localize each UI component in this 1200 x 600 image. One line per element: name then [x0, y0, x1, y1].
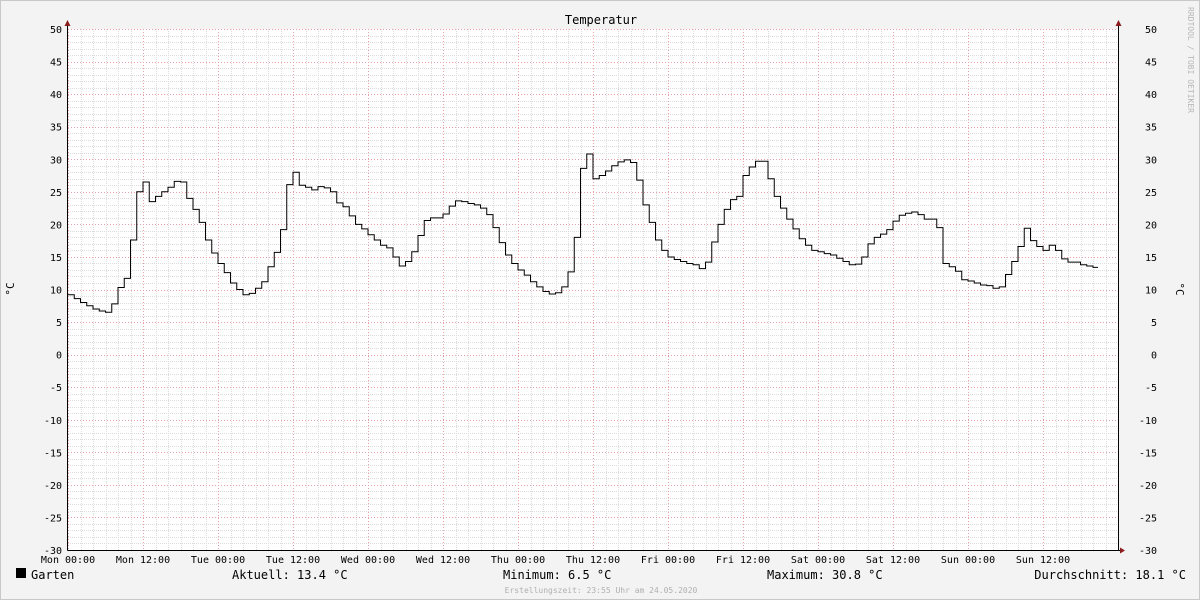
y-tick-label-right: -10: [1139, 416, 1157, 427]
x-tick-label: Thu 00:00: [491, 555, 545, 566]
x-tick-label: Sat 00:00: [791, 555, 845, 566]
x-tick-label: Wed 00:00: [341, 555, 395, 566]
legend-current: Aktuell: 13.4 °C: [232, 568, 348, 582]
legend-minimum: Minimum: 6.5 °C: [503, 568, 612, 582]
x-tick-label: Fri 12:00: [716, 555, 770, 566]
y-tick-label-left: 50: [50, 25, 62, 36]
y-tick-label-left: 30: [50, 155, 62, 166]
x-axis-arrow-icon: [1120, 547, 1125, 554]
y-tick-label-left: 0: [56, 351, 62, 362]
y-tick-label-right: 20: [1145, 220, 1157, 231]
x-tick-label: Mon 12:00: [116, 555, 170, 566]
y-axis-arrow-right-icon: [1115, 20, 1122, 26]
y-tick-label-left: 5: [56, 318, 62, 329]
y-tick-label-right: 15: [1145, 253, 1157, 264]
legend: Garten Aktuell: 13.4 °C Minimum: 6.5 °C …: [16, 568, 1186, 584]
y-tick-label-left: 45: [50, 58, 62, 69]
legend-average: Durchschnitt: 18.1 °C: [1034, 568, 1186, 582]
y-tick-label-right: 50: [1145, 25, 1157, 36]
y-tick-label-right: 30: [1145, 155, 1157, 166]
y-tick-label-left: -15: [44, 448, 62, 459]
y-tick-label-left: -10: [44, 416, 62, 427]
y-tick-label-left: 15: [50, 253, 62, 264]
y-tick-label-left: 10: [50, 286, 62, 297]
y-tick-label-left: 40: [50, 90, 62, 101]
y-tick-label-right: 40: [1145, 90, 1157, 101]
y-tick-label-left: 35: [50, 123, 62, 134]
y-tick-label-right: 25: [1145, 188, 1157, 199]
x-tick-label: Tue 12:00: [266, 555, 320, 566]
y-axis-label-left: °C: [4, 282, 17, 295]
y-tick-label-right: 10: [1145, 286, 1157, 297]
x-tick-label: Tue 00:00: [191, 555, 245, 566]
x-tick-label: Sun 12:00: [1016, 555, 1070, 566]
y-tick-label-left: -20: [44, 481, 62, 492]
y-tick-label-right: -20: [1139, 481, 1157, 492]
x-tick-label: Fri 00:00: [641, 555, 695, 566]
watermark: RRDTOOL / TOBI OETIKER: [1186, 7, 1195, 113]
x-tick-label: Mon 00:00: [41, 555, 95, 566]
x-tick-label: Sat 12:00: [866, 555, 920, 566]
y-tick-label-left: -25: [44, 513, 62, 524]
y-tick-label-right: -25: [1139, 513, 1157, 524]
legend-maximum: Maximum: 30.8 °C: [767, 568, 883, 582]
y-tick-label-right: -15: [1139, 448, 1157, 459]
y-tick-label-right: 5: [1151, 318, 1157, 329]
legend-swatch-garten: [16, 568, 26, 578]
y-tick-label-right: 0: [1151, 351, 1157, 362]
y-axis-label-right: °C: [1173, 282, 1186, 295]
chart-frame: 50 50 45 45 40 40 35 35 30 30 25 25 20 20 15 15 10 10 5 5 0 0…: [0, 0, 1200, 600]
x-tick-label: Wed 12:00: [416, 555, 470, 566]
y-tick-label-right: -30: [1139, 546, 1157, 557]
y-tick-label-left: -5: [50, 383, 62, 394]
chart-title: Temperatur: [565, 13, 637, 27]
y-tick-label-right: 45: [1145, 58, 1157, 69]
footer-timestamp: Erstellungszeit: 23:55 Uhr am 24.05.2020: [504, 586, 698, 595]
x-tick-label: Sun 00:00: [941, 555, 995, 566]
y-axis-arrow-left-icon: [64, 20, 71, 26]
y-tick-label-left: 20: [50, 220, 62, 231]
y-tick-label-left: 25: [50, 188, 62, 199]
y-tick-label-right: 35: [1145, 123, 1157, 134]
temperature-chart: 50 5045 4540 4035 3530 3025 2520 2015 1510 105 50 0…: [4, 7, 1195, 566]
x-tick-label: Thu 12:00: [566, 555, 620, 566]
legend-series-name: Garten: [31, 568, 75, 582]
y-tick-label-right: -5: [1145, 383, 1157, 394]
